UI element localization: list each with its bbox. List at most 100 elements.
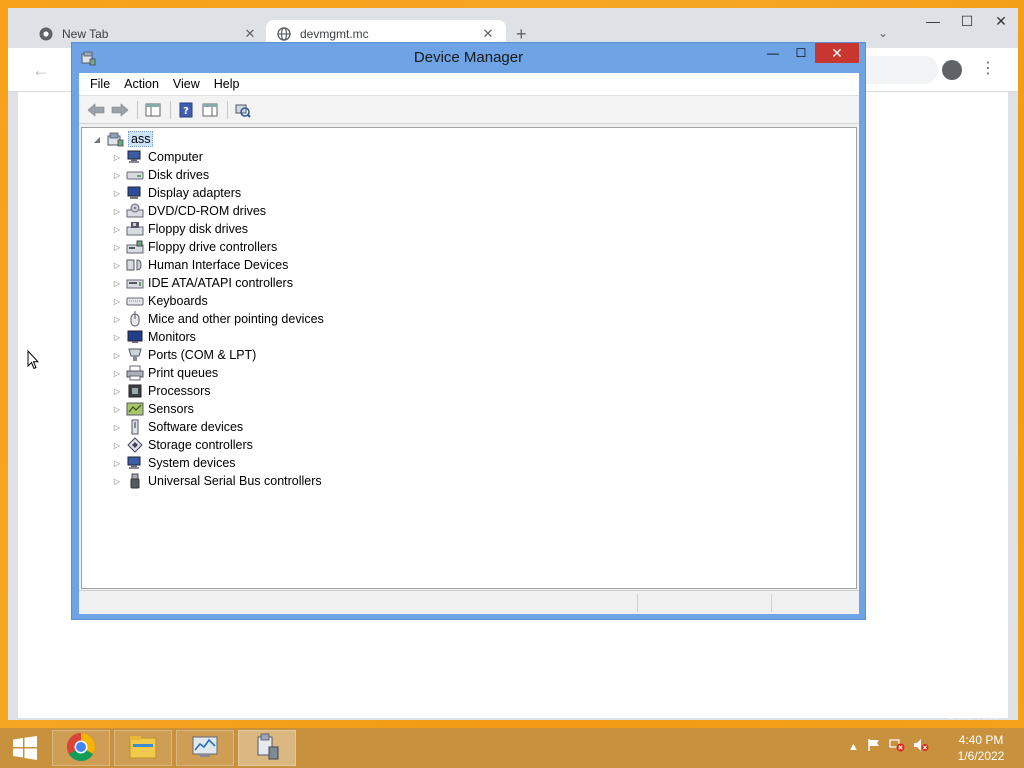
close-icon[interactable]: ✕ xyxy=(242,26,258,42)
profile-icon[interactable] xyxy=(942,60,962,80)
expand-arrow-icon[interactable]: ▷ xyxy=(110,207,124,216)
expand-arrow-icon[interactable]: ▷ xyxy=(110,153,124,162)
minimize-button[interactable]: — xyxy=(759,43,787,63)
expand-arrow-icon[interactable]: ▷ xyxy=(110,405,124,414)
expand-arrow-icon[interactable]: ▷ xyxy=(110,369,124,378)
computer-root-icon xyxy=(106,131,124,147)
expanded-arrow-icon[interactable]: ◢ xyxy=(90,135,104,144)
network-disconnected-icon[interactable] xyxy=(889,738,905,755)
system-device-icon xyxy=(126,455,144,471)
window-controls: — ☐ ✕ xyxy=(759,43,859,63)
back-button[interactable]: ← xyxy=(32,60,50,81)
menu-view[interactable]: View xyxy=(166,73,207,96)
forward-arrow-icon[interactable] xyxy=(109,99,131,121)
tree-item-floppy-disk-drives[interactable]: ▷ Floppy disk drives xyxy=(110,220,324,238)
back-arrow-icon[interactable] xyxy=(85,99,107,121)
usb-icon xyxy=(126,473,144,489)
tree-item-software-devices[interactable]: ▷ Software devices xyxy=(110,418,324,436)
expand-arrow-icon[interactable]: ▷ xyxy=(110,351,124,360)
windows-start-icon[interactable] xyxy=(8,734,42,762)
expand-arrow-icon[interactable]: ▷ xyxy=(110,387,124,396)
software-device-icon xyxy=(126,419,144,435)
tree-root[interactable]: ◢ ass xyxy=(90,130,154,148)
tree-item-sensors[interactable]: ▷ Sensors xyxy=(110,400,324,418)
tree-item-dvd-cd-rom-drives[interactable]: ▷ DVD/CD-ROM drives xyxy=(110,202,324,220)
expand-arrow-icon[interactable]: ▷ xyxy=(110,225,124,234)
tree-item-human-interface-devices[interactable]: ▷ Human Interface Devices xyxy=(110,256,324,274)
expand-arrow-icon[interactable]: ▷ xyxy=(110,297,124,306)
expand-arrow-icon[interactable]: ▷ xyxy=(110,261,124,270)
menu-icon[interactable]: ⋮ xyxy=(980,58,996,78)
expand-arrow-icon[interactable]: ▷ xyxy=(110,477,124,486)
device-tree[interactable]: ◢ ass ▷ Computer ▷ Disk drives ▷ Display adap… xyxy=(81,127,857,589)
volume-muted-icon[interactable] xyxy=(913,738,929,755)
taskbar: ▲ 4:40 PM 1/6/2022 xyxy=(0,728,1024,768)
tree-item-system-devices[interactable]: ▷ System devices xyxy=(110,454,324,472)
tree-item-label: Mice and other pointing devices xyxy=(148,312,324,326)
expand-arrow-icon[interactable]: ▷ xyxy=(110,315,124,324)
tree-item-label: Software devices xyxy=(148,420,244,434)
tree-item-computer[interactable]: ▷ Computer xyxy=(110,148,324,166)
tree-item-ports-com-lpt[interactable]: ▷ Ports (COM & LPT) xyxy=(110,346,324,364)
show-hidden-icons-icon[interactable]: ▲ xyxy=(848,741,859,753)
window-body: File Action View Help ? ◢ ass ▷ Computer… xyxy=(79,73,859,614)
tree-item-processors[interactable]: ▷ Processors xyxy=(110,382,324,400)
status-pane xyxy=(637,594,771,612)
device-category-list: ▷ Computer ▷ Disk drives ▷ Display adapters ▷ D… xyxy=(110,148,324,490)
maximize-button[interactable]: ☐ xyxy=(950,8,984,34)
tree-item-label: DVD/CD-ROM drives xyxy=(148,204,267,218)
tree-item-label: Universal Serial Bus controllers xyxy=(148,474,322,488)
expand-arrow-icon[interactable]: ▷ xyxy=(110,423,124,432)
action-center-flag-icon[interactable] xyxy=(867,738,881,755)
expand-arrow-icon[interactable]: ▷ xyxy=(110,279,124,288)
tree-item-keyboards[interactable]: ▷ Keyboards xyxy=(110,292,324,310)
taskbar-performance-monitor-button[interactable] xyxy=(176,730,234,766)
chrome-icon xyxy=(38,26,54,42)
tree-item-mice-and-other-pointing-devices[interactable]: ▷ Mice and other pointing devices xyxy=(110,310,324,328)
tree-item-label: Disk drives xyxy=(148,168,210,182)
tree-item-label: Ports (COM & LPT) xyxy=(148,348,257,362)
expand-arrow-icon[interactable]: ▷ xyxy=(110,333,124,342)
tree-item-print-queues[interactable]: ▷ Print queues xyxy=(110,364,324,382)
menu-bar: File Action View Help xyxy=(79,73,859,96)
taskbar-file-explorer-button[interactable] xyxy=(114,730,172,766)
menu-file[interactable]: File xyxy=(83,73,117,96)
close-icon[interactable]: ✕ xyxy=(480,26,496,42)
chrome-window-controls: — ☐ ✕ xyxy=(916,8,1018,34)
globe-icon xyxy=(276,26,292,42)
tree-item-universal-serial-bus-controllers[interactable]: ▷ Universal Serial Bus controllers xyxy=(110,472,324,490)
tree-item-floppy-drive-controllers[interactable]: ▷ Floppy drive controllers xyxy=(110,238,324,256)
help-icon[interactable]: ? xyxy=(175,99,197,121)
tree-item-label: Storage controllers xyxy=(148,438,253,452)
close-button[interactable]: ✕ xyxy=(815,43,859,63)
expand-arrow-icon[interactable]: ▷ xyxy=(110,441,124,450)
toolbar-separator xyxy=(227,100,228,119)
expand-arrow-icon[interactable]: ▷ xyxy=(110,171,124,180)
minimize-button[interactable]: — xyxy=(916,8,950,34)
tree-item-storage-controllers[interactable]: ▷ Storage controllers xyxy=(110,436,324,454)
menu-action[interactable]: Action xyxy=(117,73,166,96)
taskbar-clock[interactable]: 4:40 PM 1/6/2022 xyxy=(948,732,1014,764)
display-adapter-icon xyxy=(126,185,144,201)
show-hide-action-pane-icon[interactable] xyxy=(199,99,221,121)
close-button[interactable]: ✕ xyxy=(984,8,1018,34)
expand-arrow-icon[interactable]: ▷ xyxy=(110,459,124,468)
tree-item-ide-ata-atapi-controllers[interactable]: ▷ IDE ATA/ATAPI controllers xyxy=(110,274,324,292)
expand-arrow-icon[interactable]: ▷ xyxy=(110,243,124,252)
floppy-disk-icon xyxy=(126,221,144,237)
tree-item-monitors[interactable]: ▷ Monitors xyxy=(110,328,324,346)
expand-arrow-icon[interactable]: ▷ xyxy=(110,189,124,198)
maximize-button[interactable]: ☐ xyxy=(787,43,815,63)
scan-hardware-changes-icon[interactable] xyxy=(232,99,254,121)
tree-item-label: Human Interface Devices xyxy=(148,258,289,272)
storage-controller-icon xyxy=(126,437,144,453)
tab-title: devmgmt.mc xyxy=(300,27,369,41)
taskbar-chrome-button[interactable] xyxy=(52,730,110,766)
taskbar-device-manager-button[interactable] xyxy=(238,730,296,766)
show-hide-console-tree-icon[interactable] xyxy=(142,99,164,121)
tree-item-display-adapters[interactable]: ▷ Display adapters xyxy=(110,184,324,202)
chevron-down-icon[interactable]: ⌄ xyxy=(878,26,888,40)
port-icon xyxy=(126,347,144,363)
menu-help[interactable]: Help xyxy=(207,73,247,96)
tree-item-disk-drives[interactable]: ▷ Disk drives xyxy=(110,166,324,184)
